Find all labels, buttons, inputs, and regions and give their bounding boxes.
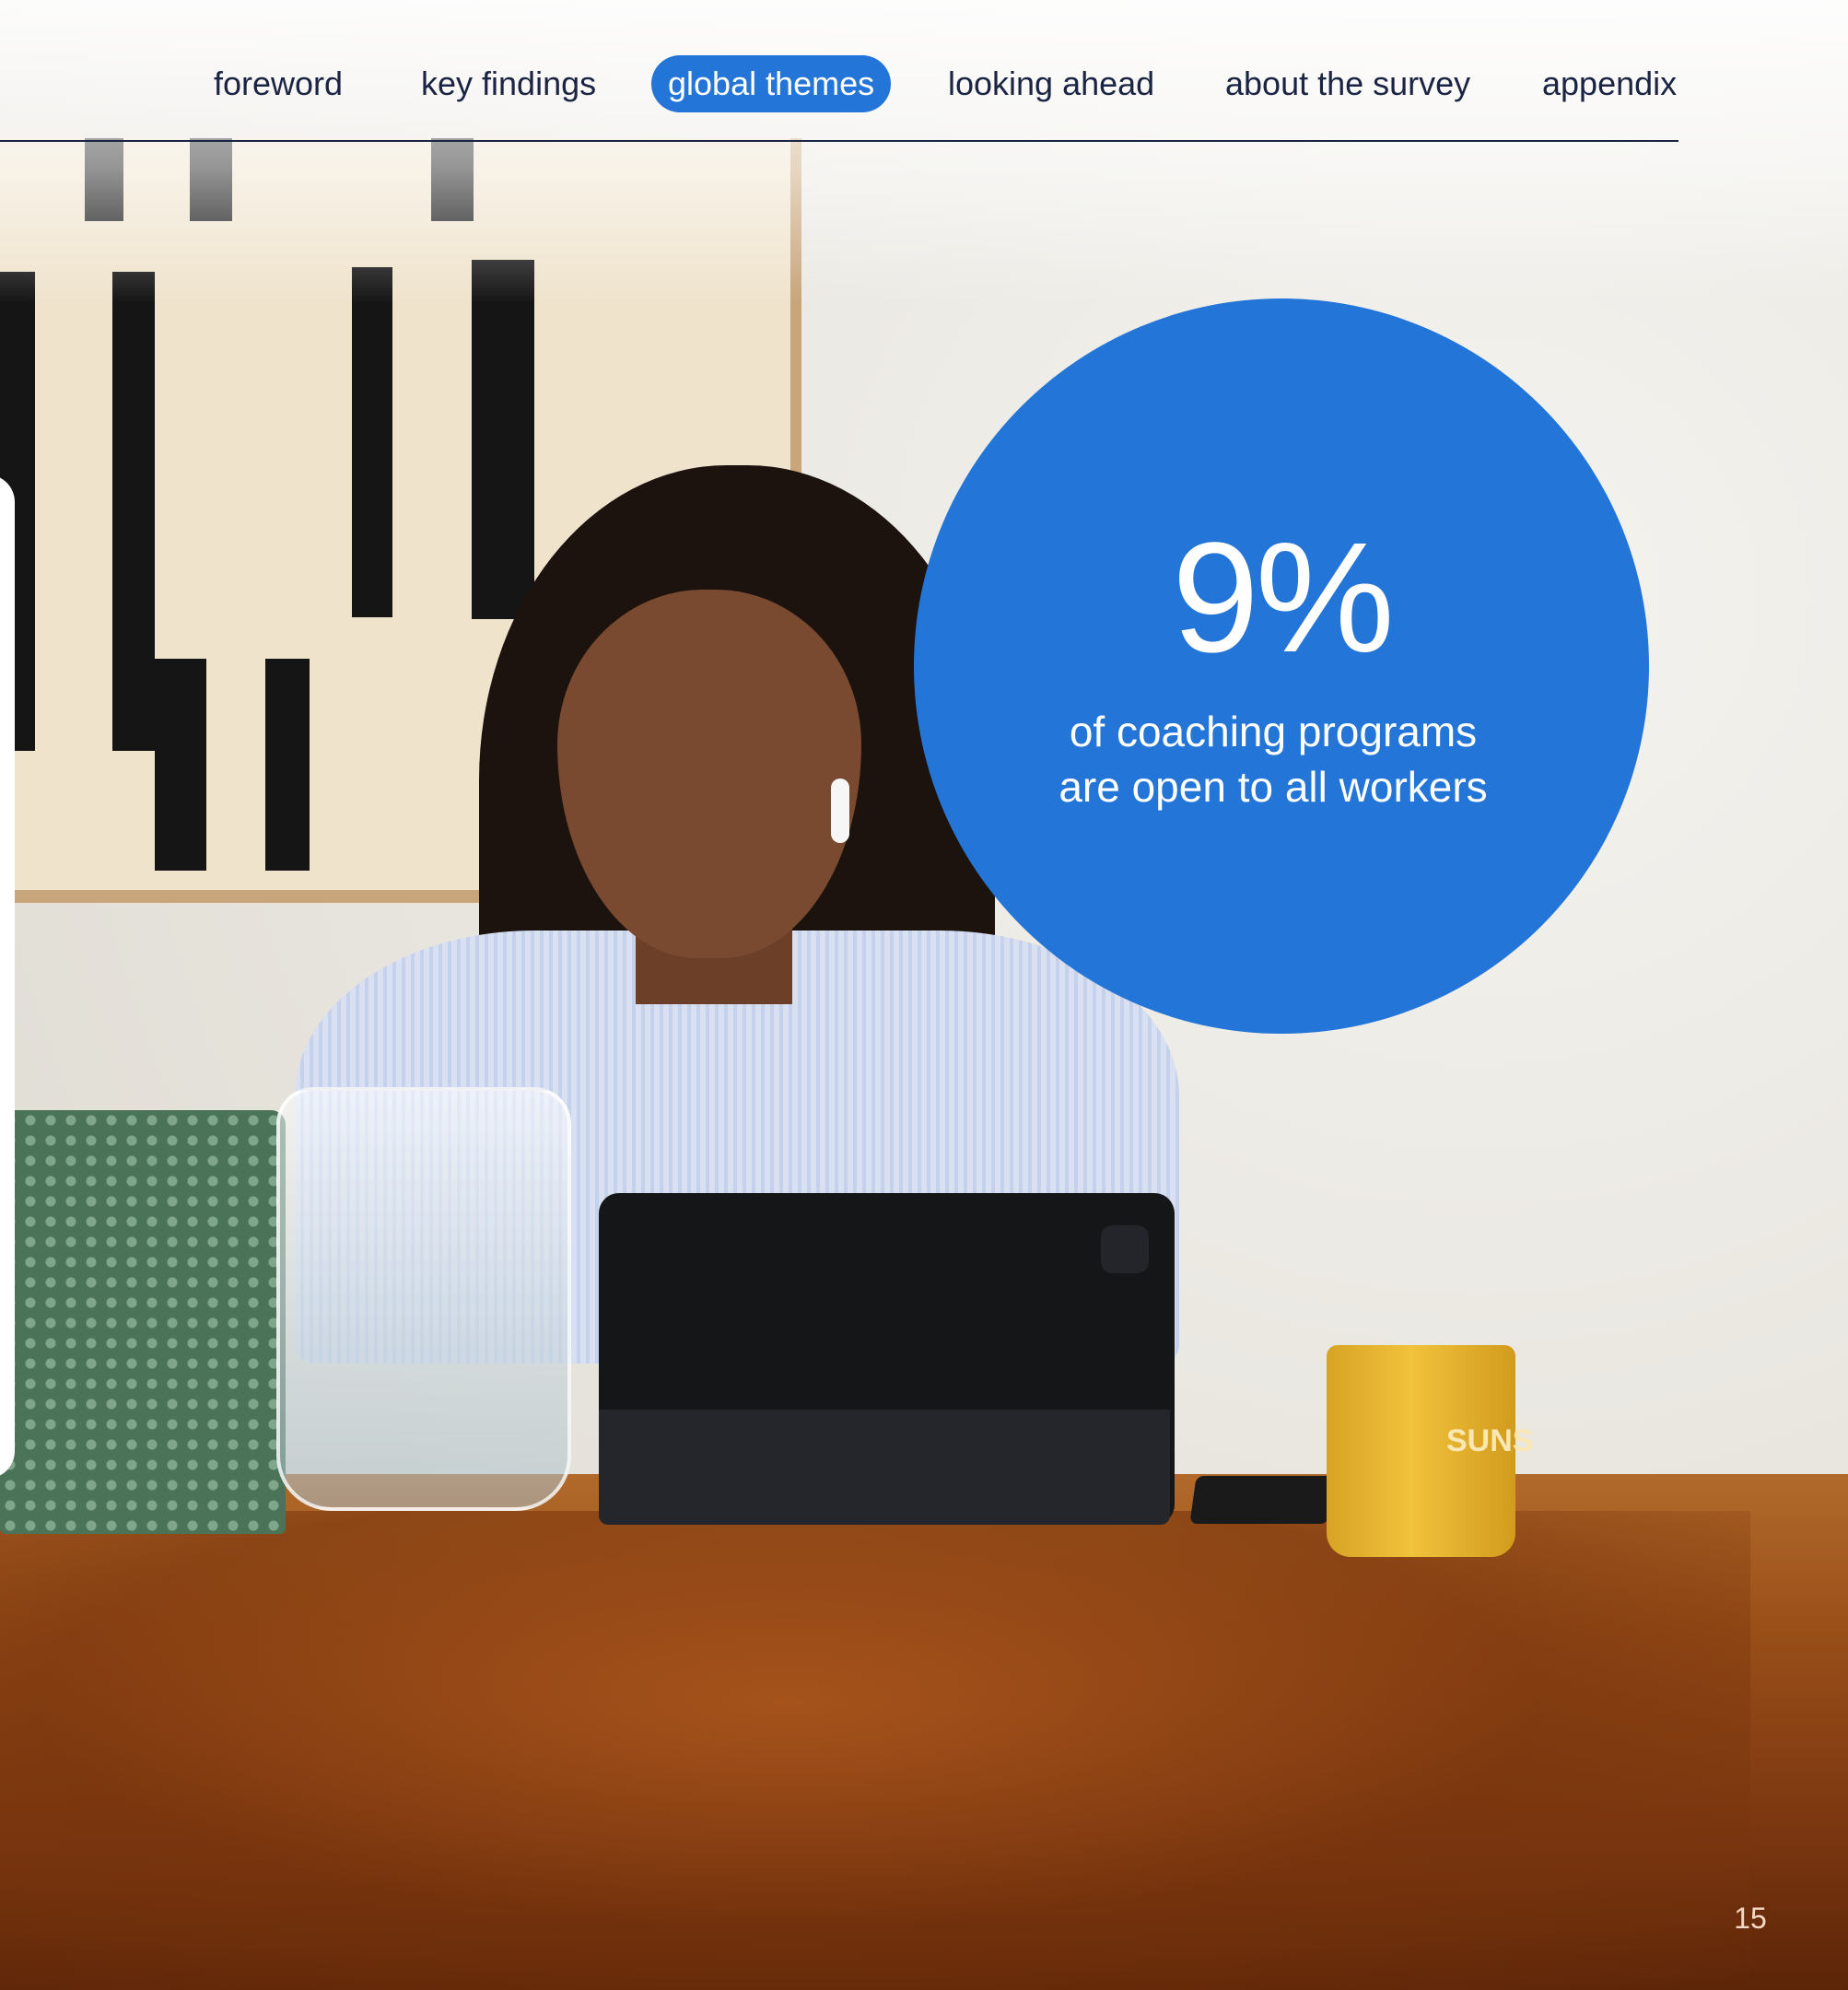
nav-item-looking-ahead[interactable]: looking ahead [948, 55, 1154, 112]
nav-item-appendix[interactable]: appendix [1542, 55, 1677, 112]
mug-lettering: SUNS [1446, 1423, 1534, 1458]
nav-item-foreword[interactable]: foreword [214, 55, 343, 112]
stat-caption-line-1: of coaching programs [1069, 708, 1478, 755]
stat-caption: of coaching programs are open to all wor… [997, 704, 1550, 814]
page-number: 15 [1734, 1902, 1767, 1935]
stat-value: 9% [1172, 510, 1395, 685]
nav-item-global-themes[interactable]: global themes [651, 55, 892, 112]
background-photo: SUNS [0, 0, 1848, 1990]
top-navigation: foreword key findings global themes look… [0, 0, 1848, 147]
stat-callout-circle: 9% of coaching programs are open to all … [914, 298, 1649, 1034]
table-foreground-blur [0, 1511, 1750, 1990]
tablet-keyboard-case [599, 1410, 1170, 1525]
left-edge-panel [0, 474, 15, 1479]
nav-item-about-the-survey[interactable]: about the survey [1225, 55, 1470, 112]
glass-water-pitcher [276, 1087, 571, 1511]
stat-caption-line-2: are open to all workers [1059, 763, 1488, 811]
earbud [831, 778, 849, 843]
nav-item-key-findings[interactable]: key findings [421, 55, 596, 112]
tablet-camera [1101, 1225, 1149, 1273]
nav-divider [0, 140, 1678, 142]
smartphone [1189, 1476, 1335, 1524]
green-glass-vase [0, 1110, 286, 1534]
